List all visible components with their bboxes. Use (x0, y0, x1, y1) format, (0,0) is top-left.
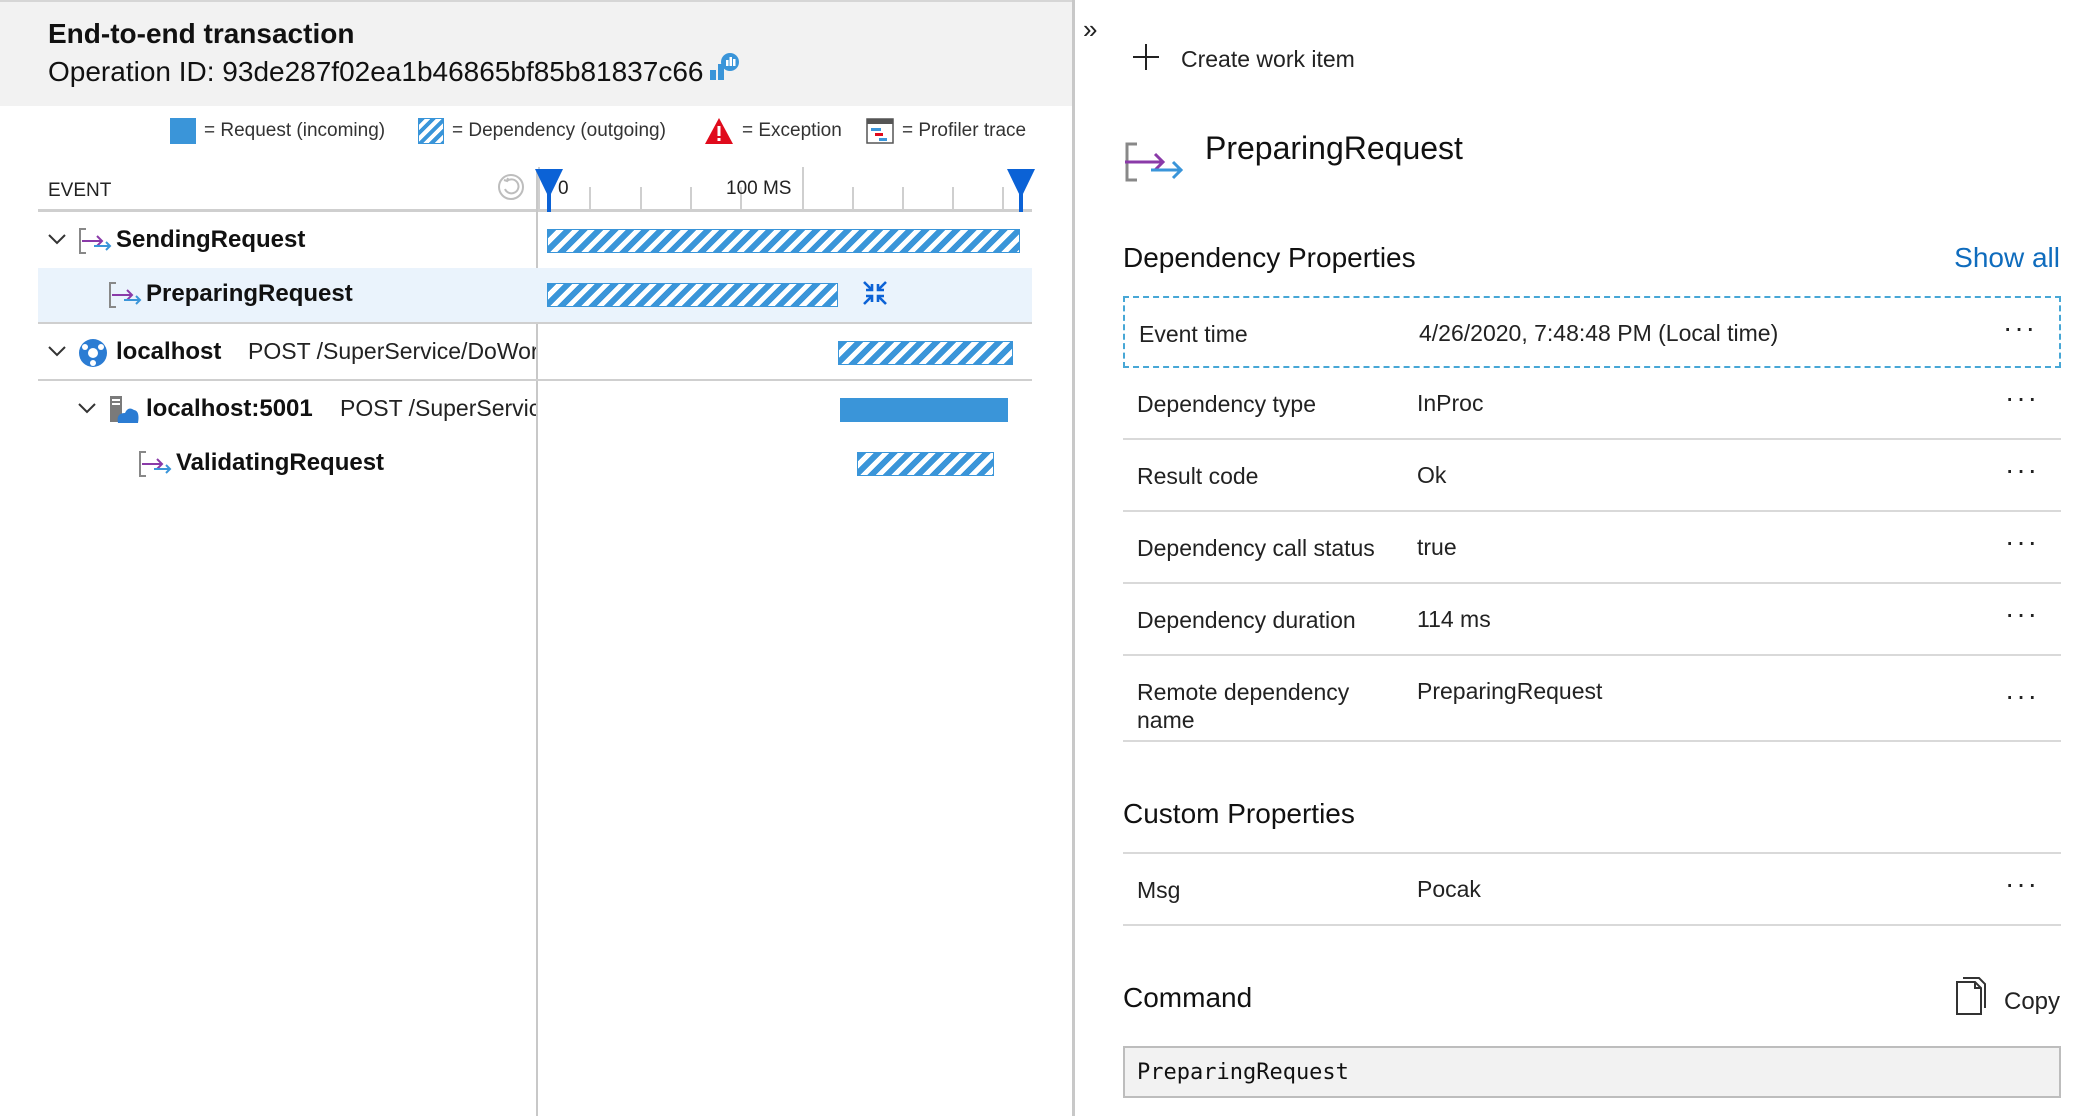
timeline-row-preparingrequest[interactable]: PreparingRequest (38, 268, 1032, 322)
dependency-icon (1125, 142, 1183, 182)
dependency-properties-heading: Dependency Properties (1123, 242, 1416, 273)
legend-label: = Profiler trace (902, 120, 1027, 141)
command-textbox[interactable]: PreparingRequest (1123, 1046, 2061, 1098)
legend-label: = Exception (742, 120, 842, 141)
timeline-bar[interactable] (840, 398, 1009, 422)
more-options-button[interactable]: ··· (2003, 312, 2037, 344)
property-key: Dependency call status (1137, 535, 1375, 561)
axis-tick (902, 187, 904, 209)
more-options-button[interactable]: ··· (2005, 382, 2039, 414)
property-row-result-code[interactable]: Result code Ok ··· (1123, 440, 2061, 512)
property-value: 114 ms (1417, 606, 1491, 632)
show-all-link[interactable]: Show all (1954, 242, 2060, 274)
legend-item-dependency: = Dependency (outgoing) (418, 114, 666, 148)
axis-tick (852, 187, 854, 209)
chevron-down-icon[interactable] (46, 228, 68, 250)
property-row-dependency-type[interactable]: Dependency type InProc ··· (1123, 368, 2061, 440)
reset-zoom-icon[interactable] (496, 172, 526, 202)
property-value: Pocak (1417, 876, 1481, 902)
dependency-icon (79, 228, 112, 254)
http-dependency-icon (79, 339, 107, 367)
chevron-down-icon[interactable] (76, 397, 98, 419)
app-insights-icon[interactable] (708, 52, 740, 82)
property-value: 4/26/2020, 7:48:48 PM (Local time) (1419, 320, 1779, 346)
page-title: End-to-end transaction (48, 18, 355, 49)
transaction-panel: End-to-end transaction Operation ID: 93d… (0, 0, 1074, 1116)
chevron-down-icon[interactable] (46, 340, 68, 362)
more-options-button[interactable]: ··· (2005, 680, 2039, 712)
property-value: InProc (1417, 390, 1484, 416)
dependency-icon (139, 451, 172, 477)
property-key: Dependency type (1137, 391, 1317, 417)
command-heading: Command (1123, 982, 1253, 1013)
property-key: Event time (1139, 321, 1248, 347)
timeline-bar[interactable] (837, 341, 1013, 365)
axis-tick (802, 167, 804, 209)
legend-item-request: = Request (incoming) (170, 114, 385, 148)
axis-tick (952, 187, 954, 209)
event-column-header: EVENT (48, 180, 112, 201)
dependency-swatch (418, 118, 444, 144)
property-value: Ok (1417, 462, 1447, 488)
property-row-msg[interactable]: Msg Pocak ··· (1123, 854, 2061, 926)
details-panel: » Create work item PreparingRequest Depe… (1075, 0, 2100, 1116)
property-key: Dependency duration (1137, 607, 1356, 633)
copy-button[interactable]: Copy (2004, 988, 2060, 1016)
row-detail: POST /SuperService/DoWork (340, 395, 536, 421)
more-options-button[interactable]: ··· (2005, 526, 2039, 558)
legend-label: = Request (incoming) (204, 120, 386, 141)
row-name: localhost (116, 338, 222, 365)
property-row-event-time[interactable]: Event time 4/26/2020, 7:48:48 PM (Local … (1123, 296, 2061, 368)
property-row-call-status[interactable]: Dependency call status true ··· (1123, 512, 2061, 584)
property-key: Result code (1137, 463, 1259, 489)
property-row-duration[interactable]: Dependency duration 114 ms ··· (1123, 584, 2061, 656)
property-value: true (1417, 534, 1457, 560)
axis-tick (589, 187, 591, 209)
command-text: PreparingRequest (1137, 1060, 1349, 1085)
axis-label: 100 MS (726, 178, 792, 199)
property-value: PreparingRequest (1417, 678, 1603, 704)
legend-item-exception: = Exception (704, 114, 842, 148)
range-end-handle[interactable] (1006, 168, 1036, 212)
timeline-bar[interactable] (547, 283, 838, 307)
transaction-header: End-to-end transaction Operation ID: 93d… (0, 0, 1072, 106)
range-start-handle[interactable] (534, 168, 564, 212)
timeline-bar[interactable] (547, 229, 1020, 253)
row-name: localhost:5001 (146, 395, 313, 422)
axis-tick (690, 187, 692, 209)
plus-icon[interactable] (1131, 42, 1161, 72)
copy-icon[interactable] (1955, 976, 1989, 1016)
legend-label: = Dependency (outgoing) (452, 120, 666, 141)
operation-id: Operation ID: 93de287f02ea1b46865bf85b81… (48, 56, 704, 87)
profiler-trace-icon (866, 118, 894, 144)
dependency-icon (109, 282, 142, 308)
more-options-button[interactable]: ··· (2005, 868, 2039, 900)
property-key: Remote dependency name (1137, 679, 1350, 733)
collapse-panel-button[interactable]: » (1083, 14, 1097, 45)
row-name: ValidatingRequest (176, 449, 385, 476)
request-swatch (170, 118, 196, 144)
details-title: PreparingRequest (1205, 130, 1463, 166)
more-options-button[interactable]: ··· (2005, 454, 2039, 486)
row-name: SendingRequest (116, 226, 306, 253)
row-divider (38, 379, 1032, 381)
app-service-icon (110, 396, 139, 423)
create-work-item-button[interactable]: Create work item (1181, 46, 1355, 73)
timeline-bar[interactable] (856, 452, 994, 476)
property-row-remote-name[interactable]: Remote dependency name PreparingRequest … (1123, 656, 2061, 742)
axis-tick (640, 187, 642, 209)
axis-tick (1002, 187, 1004, 209)
custom-properties-heading: Custom Properties (1123, 798, 1355, 829)
time-axis: 0 100 MS (538, 160, 1032, 212)
more-options-button[interactable]: ··· (2005, 598, 2039, 630)
property-key: Msg (1137, 877, 1181, 903)
collapse-arrows-icon[interactable] (862, 280, 888, 306)
row-detail: POST /SuperService/DoWork (248, 338, 536, 364)
legend-item-profiler: = Profiler trace (866, 114, 1026, 148)
exception-icon (705, 118, 733, 144)
row-divider (38, 322, 1032, 324)
row-name: PreparingRequest (146, 280, 353, 307)
